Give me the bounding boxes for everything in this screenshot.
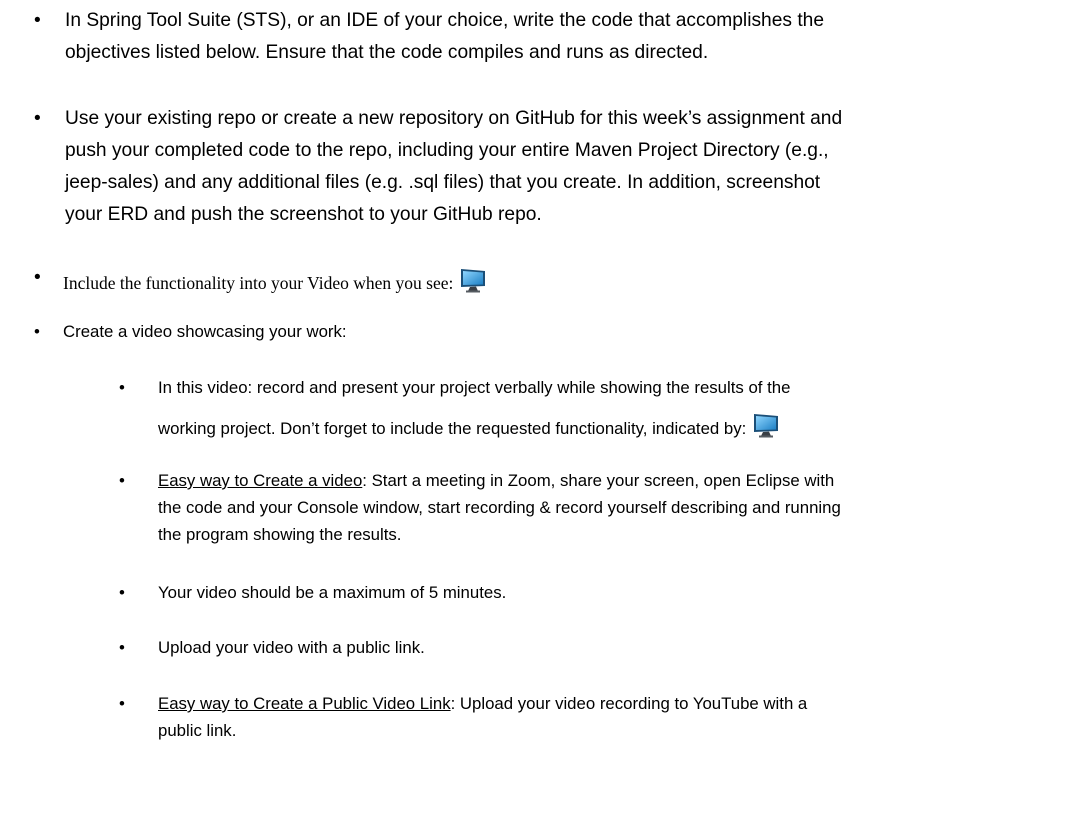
bullet-marker: • <box>34 267 41 288</box>
document-page: • In Spring Tool Suite (STS), or an IDE … <box>0 0 1069 817</box>
functionality-reminder-text: working project. Don’t forget to include… <box>158 419 747 438</box>
bullet-text-line: push your completed code to the repo, in… <box>65 140 829 161</box>
bullet-text-line: Include the functionality into your Vide… <box>63 267 487 295</box>
monitor-icon <box>459 267 487 293</box>
bullet-marker: • <box>34 322 40 341</box>
bullet-text-line: working project. Don’t forget to include… <box>158 412 780 442</box>
bullet-marker: • <box>34 108 41 129</box>
bullet-text-line: objectives listed below. Ensure that the… <box>65 42 709 63</box>
bullet-text-line: public link. <box>158 721 237 740</box>
monitor-icon <box>752 412 780 438</box>
easy-link-label: Easy way to Create a Public Video Link <box>158 694 451 713</box>
bullet-text-line: Use your existing repo or create a new r… <box>65 108 843 129</box>
bullet-marker: • <box>119 583 125 602</box>
bullet-text-line: your ERD and push the screenshot to your… <box>65 204 542 225</box>
bullet-marker: • <box>119 694 125 713</box>
bullet-text-line: Your video should be a maximum of 5 minu… <box>158 583 507 602</box>
bullet-text-line: jeep-sales) and any additional files (e.… <box>65 172 821 193</box>
bullet-marker: • <box>119 471 125 490</box>
bullet-text-line: Create a video showcasing your work: <box>63 322 347 341</box>
bullet-text-line: Easy way to Create a video: Start a meet… <box>158 467 834 494</box>
bullet-text-line: the code and your Console window, start … <box>158 498 841 517</box>
easy-link-text: : Upload your video recording to YouTube… <box>450 694 808 713</box>
bullet-text-line: Upload your video with a public link. <box>158 638 425 657</box>
bullet-text-line: Easy way to Create a Public Video Link: … <box>158 690 807 717</box>
bullet-marker: • <box>119 378 125 397</box>
bullet-marker: • <box>119 638 125 657</box>
bullet-text-line: In this video: record and present your p… <box>158 378 791 397</box>
bullet-text-line: In Spring Tool Suite (STS), or an IDE of… <box>65 10 824 31</box>
easy-video-text: : Start a meeting in Zoom, share your sc… <box>362 471 835 490</box>
bullet-text-line: the program showing the results. <box>158 525 402 544</box>
bullet-marker: • <box>34 10 41 31</box>
functionality-text: Include the functionality into your Vide… <box>63 273 454 293</box>
easy-video-label: Easy way to Create a video <box>158 471 363 490</box>
